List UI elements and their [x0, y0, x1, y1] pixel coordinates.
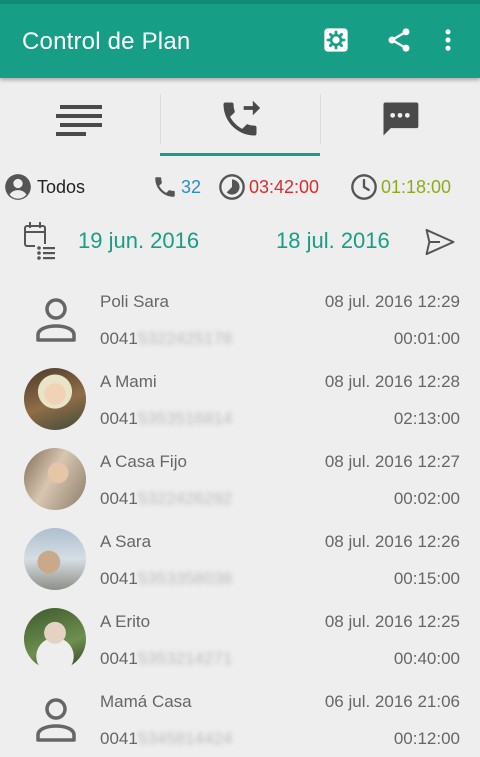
call-duration: 02:13:00 — [393, 409, 460, 428]
phone-number: 00415353358038 — [100, 569, 233, 588]
date-range-end[interactable]: 18 jul. 2016 — [276, 228, 390, 254]
time-consumed-value: 03:42:00 — [249, 176, 320, 197]
call-datetime: 08 jul. 2016 12:29 — [324, 292, 460, 311]
call-list-item[interactable]: Mamá Casa 00415345814424 06 jul. 2016 21… — [0, 678, 480, 757]
send-button[interactable] — [422, 225, 458, 264]
call-count: 32 — [152, 170, 201, 204]
call-duration: 00:40:00 — [393, 649, 460, 668]
settings-icon[interactable] — [320, 24, 352, 56]
phone-number: 00415322426292 — [100, 489, 233, 508]
contacts-filter-label: Todos — [37, 176, 86, 197]
status-bar-strip — [0, 0, 480, 4]
app-title: Control de Plan — [22, 28, 191, 55]
contact-photo-avatar — [24, 528, 86, 590]
call-datetime: 08 jul. 2016 12:28 — [324, 372, 460, 391]
clock-icon — [351, 174, 377, 200]
call-duration: 00:15:00 — [393, 569, 460, 588]
call-count-value: 32 — [181, 176, 202, 197]
message-icon — [383, 102, 419, 136]
call-datetime: 08 jul. 2016 12:26 — [324, 532, 460, 551]
call-list-item[interactable]: A Mami 00415353516814 08 jul. 2016 12:28… — [0, 358, 480, 438]
selected-tab-indicator — [160, 153, 320, 156]
contact-name: A Erito — [100, 612, 151, 631]
call-list-item[interactable]: Poli Sara 00415322425178 08 jul. 2016 12… — [0, 278, 480, 358]
time-remaining: 01:18:00 — [350, 170, 451, 204]
phone-number: 00415353214271 — [100, 649, 233, 668]
phone-number: 00415322425178 — [100, 329, 233, 348]
date-range-start[interactable]: 19 jun. 2016 — [78, 228, 199, 254]
phone-number: 00415353516814 — [100, 409, 233, 428]
call-list-item[interactable]: A Sara 00415353358038 08 jul. 2016 12:26… — [0, 518, 480, 598]
contact-name: A Casa Fijo — [100, 452, 187, 471]
call-duration: 00:12:00 — [393, 729, 460, 748]
app-bar: Control de Plan — [0, 0, 480, 78]
phone-number: 00415345814424 — [100, 729, 233, 748]
tab-bar — [0, 78, 480, 160]
contact-name: A Sara — [100, 532, 152, 551]
time-consumed: 03:42:00 — [218, 170, 319, 204]
call-duration: 00:02:00 — [393, 489, 460, 508]
contact-name: A Mami — [100, 372, 157, 391]
default-avatar-icon — [28, 292, 84, 348]
time-remaining-value: 01:18:00 — [381, 176, 452, 197]
contact-photo-avatar — [24, 448, 86, 510]
call-datetime: 08 jul. 2016 12:25 — [324, 612, 460, 631]
tab-messages[interactable] — [320, 78, 480, 160]
send-icon — [425, 228, 455, 256]
contacts-filter[interactable]: Todos — [4, 170, 85, 204]
call-duration: 00:01:00 — [393, 329, 460, 348]
share-icon[interactable] — [383, 24, 415, 56]
stats-row: Todos 32 03:42:00 01:18:00 — [0, 170, 480, 204]
contact-name: Mamá Casa — [100, 692, 192, 711]
call-datetime: 06 jul. 2016 21:06 — [324, 692, 460, 711]
timelapse-icon — [219, 174, 245, 200]
call-datetime: 08 jul. 2016 12:27 — [324, 452, 460, 471]
date-range-picker-button[interactable] — [22, 220, 60, 269]
account-circle-icon — [5, 174, 31, 200]
list-icon — [56, 105, 102, 136]
contact-name: Poli Sara — [100, 292, 169, 311]
overflow-menu-icon[interactable] — [432, 24, 464, 56]
calendar-list-icon — [24, 222, 57, 262]
tab-calls[interactable] — [160, 78, 320, 160]
default-avatar-icon — [28, 692, 84, 748]
date-range-row: 19 jun. 2016 18 jul. 2016 — [0, 216, 480, 268]
tab-summary-list[interactable] — [0, 78, 160, 160]
phone-forwarded-icon — [223, 100, 261, 136]
call-list-item[interactable]: A Erito 00415353214271 08 jul. 2016 12:2… — [0, 598, 480, 678]
phone-icon — [155, 177, 175, 197]
contact-photo-avatar — [24, 608, 86, 670]
call-list-item[interactable]: A Casa Fijo 00415322426292 08 jul. 2016 … — [0, 438, 480, 518]
contact-photo-avatar — [24, 368, 86, 430]
